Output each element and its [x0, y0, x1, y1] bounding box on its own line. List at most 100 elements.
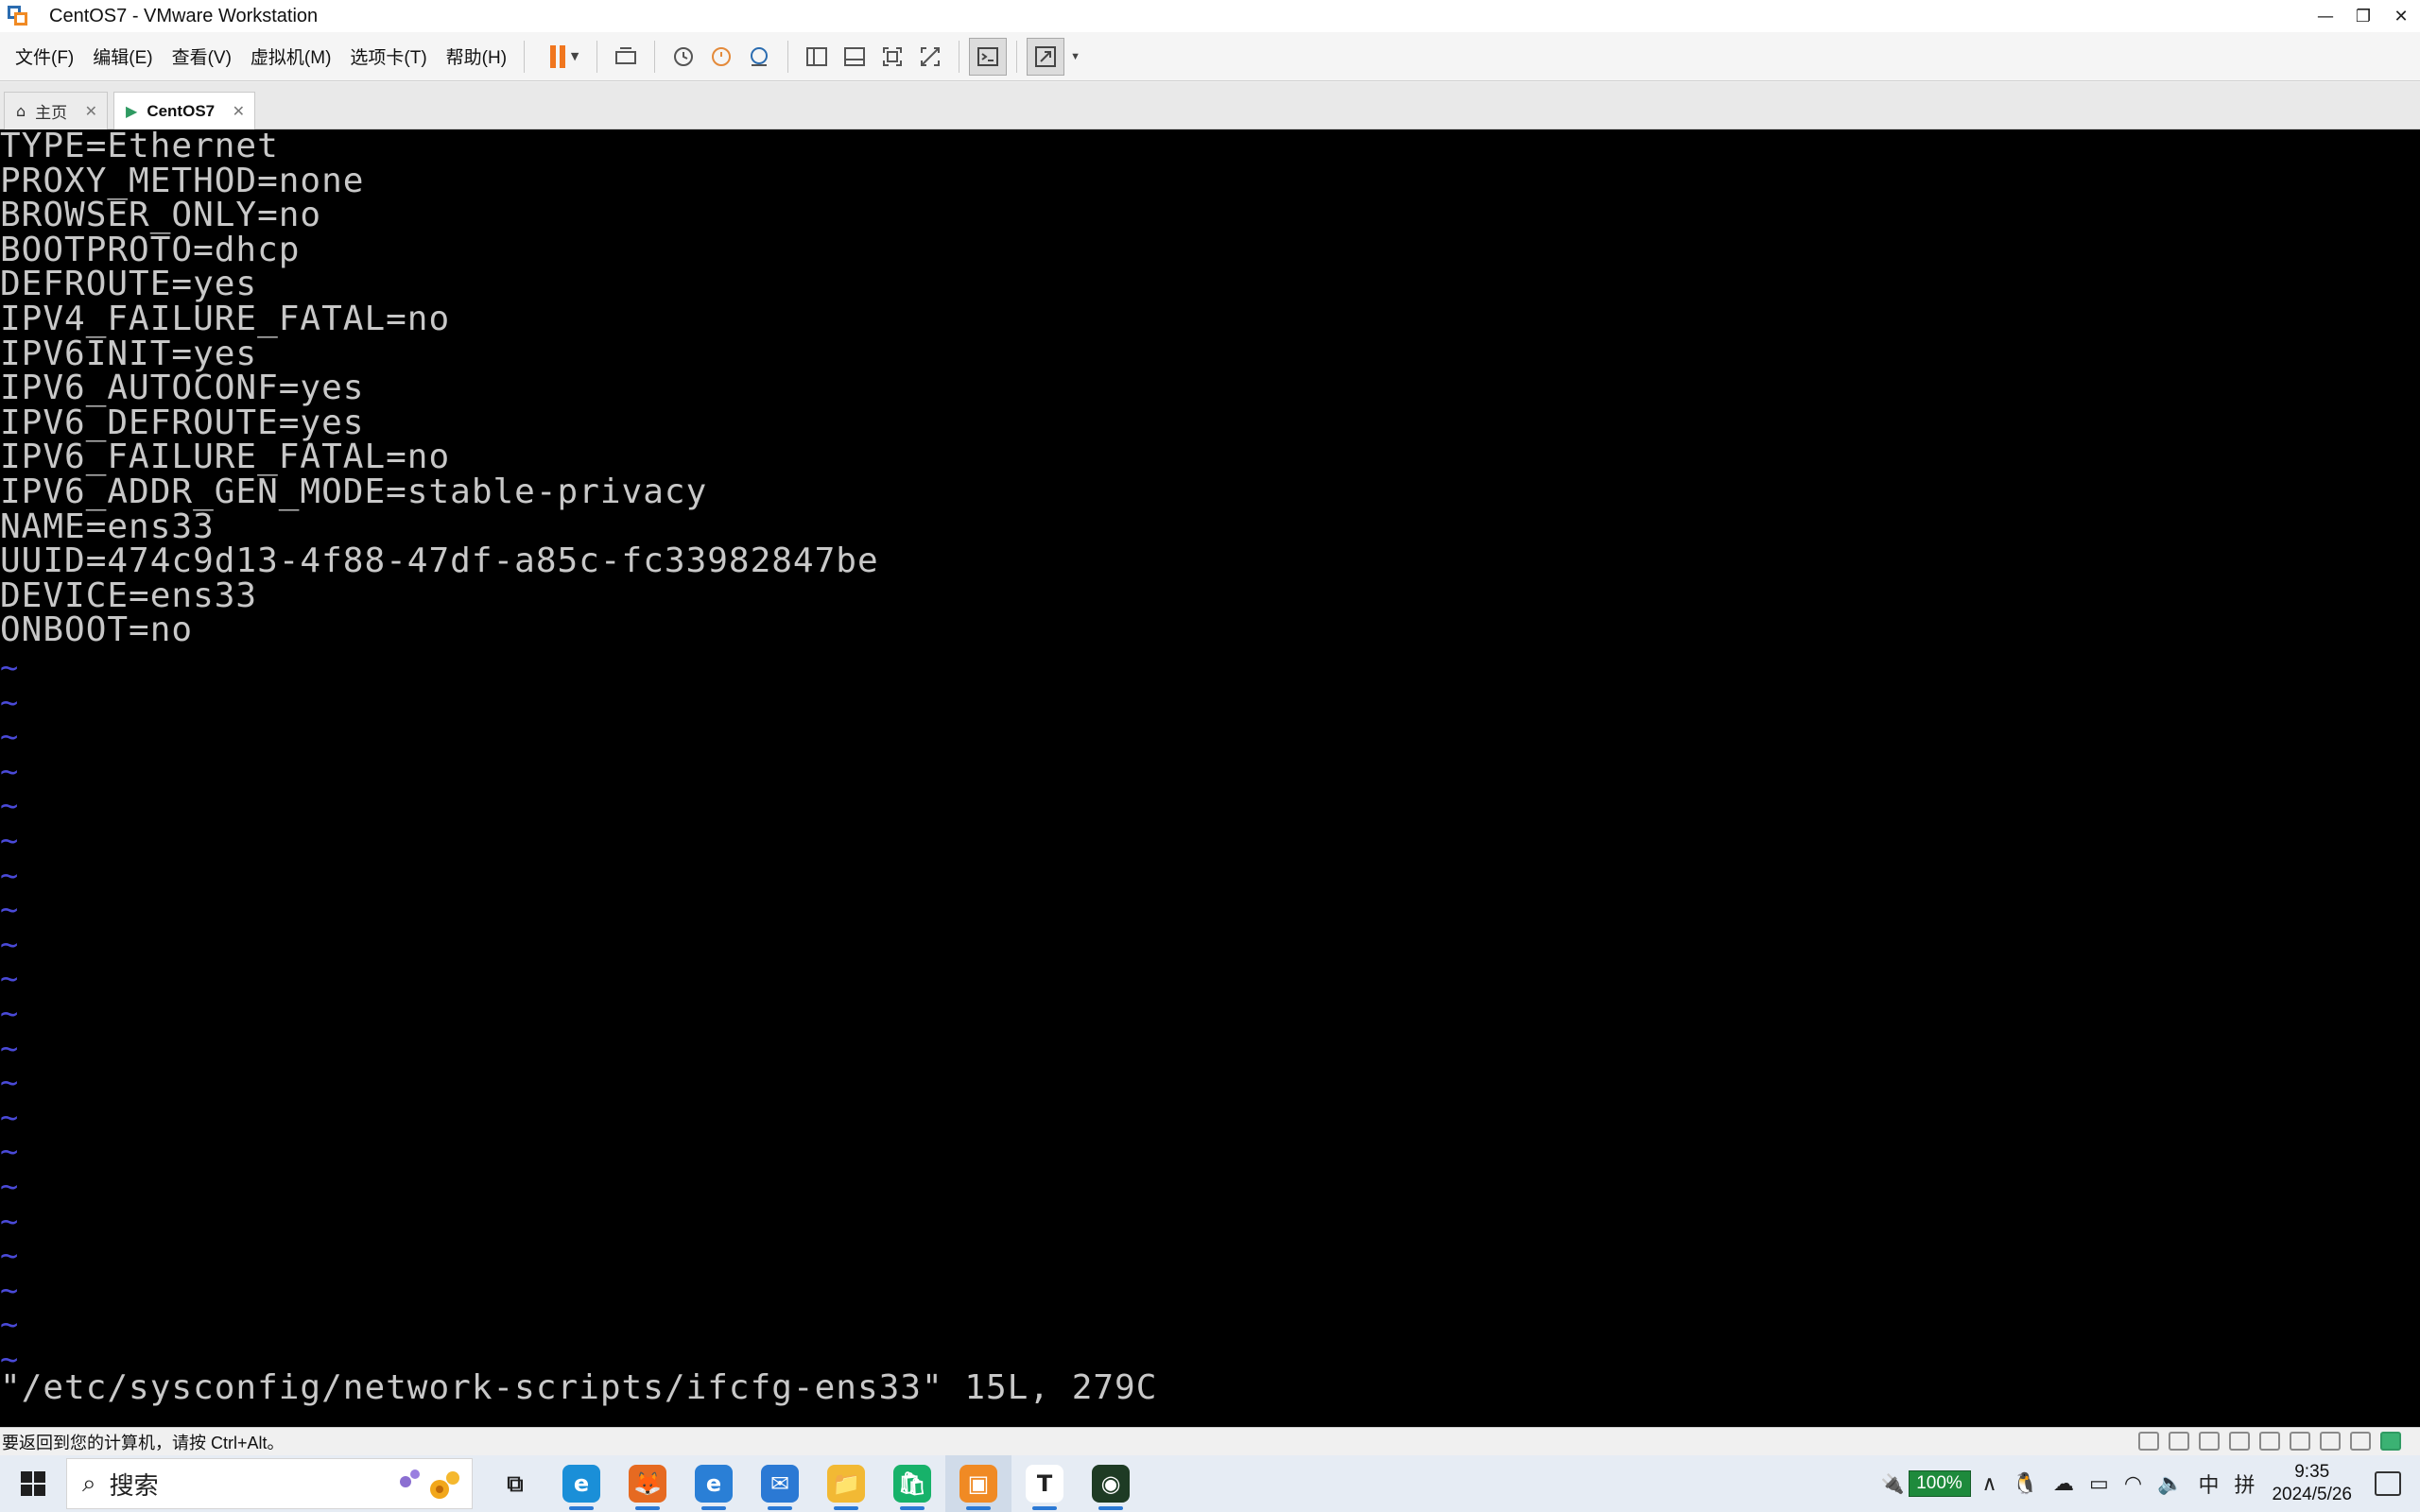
battery-percentage: 100% [1908, 1470, 1971, 1497]
menu-help[interactable]: 帮助(H) [439, 43, 514, 69]
empty-line-tilde: ~ [0, 1202, 19, 1239]
taskbar-app-firefox[interactable]: 🦊 [614, 1455, 681, 1512]
edge-icon: e [562, 1465, 600, 1503]
menu-edit[interactable]: 编辑(E) [85, 43, 160, 69]
minimize-button[interactable]: — [2307, 0, 2344, 32]
menu-vm[interactable]: 虚拟机(M) [243, 43, 338, 69]
taskbar-app-store[interactable]: 🛍 [879, 1455, 945, 1512]
chevron-down-icon[interactable]: ▼ [1070, 51, 1080, 62]
empty-line-tilde: ~ [0, 822, 19, 858]
tab-label: 主页 [35, 104, 68, 122]
tab-home[interactable]: ⌂ 主页 ✕ [4, 92, 108, 129]
message-icon[interactable] [2350, 1432, 2371, 1451]
clock-icon [674, 46, 694, 66]
taskbar-app-task-view[interactable]: ⧉ [482, 1455, 548, 1512]
fullscreen-button[interactable] [873, 38, 911, 76]
vm-status-icon[interactable] [2380, 1432, 2401, 1451]
close-icon[interactable]: ✕ [85, 102, 97, 120]
usb-icon[interactable] [2229, 1432, 2250, 1451]
ie-icon: e [695, 1465, 733, 1503]
show-hidden-icons-chevron-icon[interactable]: ∧ [1982, 1472, 1997, 1496]
terminal-icon [977, 46, 999, 66]
taskbar-app-typora[interactable]: T [1011, 1455, 1078, 1512]
console-line: DEVICE=ens33 [0, 576, 258, 615]
running-indicator [966, 1506, 991, 1510]
wifi-icon[interactable]: ◠ [2124, 1472, 2142, 1496]
taskbar-app-app-dark[interactable]: ◉ [1078, 1455, 1144, 1512]
firefox-icon: 🦊 [629, 1465, 666, 1503]
taskbar-search[interactable]: ⌕ 搜索 [66, 1458, 473, 1509]
notification-icon[interactable] [2375, 1471, 2401, 1496]
send-ctrl-alt-del-button[interactable] [607, 38, 645, 76]
console-line: IPV6_ADDR_GEN_MODE=stable-privacy [0, 472, 708, 511]
store-icon: 🛍 [893, 1465, 931, 1503]
start-button[interactable] [0, 1455, 66, 1512]
snapshot-button[interactable] [665, 38, 702, 76]
taskbar-app-mail[interactable]: ✉ [747, 1455, 813, 1512]
stretch-guest-button[interactable] [1027, 37, 1065, 76]
toolbar-separator [1016, 40, 1018, 73]
hard-disk-icon[interactable] [2138, 1432, 2159, 1451]
console-line: BROWSER_ONLY=no [0, 196, 322, 235]
console-line: PROXY_METHOD=none [0, 161, 365, 200]
flowers-decoration-icon [400, 1469, 459, 1499]
title-bar: CentOS7 - VMware Workstation — ❐ ✕ [0, 0, 2420, 32]
console-line: TYPE=Ethernet [0, 129, 279, 165]
console-line: IPV6_DEFROUTE=yes [0, 403, 365, 442]
unity-button[interactable] [911, 38, 949, 76]
toolbar-separator [654, 40, 656, 73]
battery-indicator[interactable]: 🔌 100% [1881, 1470, 1971, 1497]
running-indicator [701, 1506, 726, 1510]
manage-icon [751, 46, 769, 66]
pause-button[interactable]: ▼ [534, 38, 587, 76]
sound-icon[interactable] [2290, 1432, 2310, 1451]
empty-line-tilde: ~ [0, 1168, 19, 1204]
taskbar-app-ie[interactable]: e [681, 1455, 747, 1512]
empty-line-tilde: ~ [0, 995, 19, 1031]
windows-logo-icon [21, 1471, 45, 1496]
console-line: IPV6_FAILURE_FATAL=no [0, 438, 451, 477]
console-line: ONBOOT=no [0, 610, 194, 650]
empty-line-tilde: ~ [0, 1098, 19, 1135]
stretch-icon [1035, 45, 1057, 67]
menu-file[interactable]: 文件(F) [8, 43, 81, 69]
volume-icon[interactable]: 🔈 [2157, 1472, 2183, 1496]
tab-centos7[interactable]: ▶ CentOS7 ✕ [113, 92, 255, 129]
empty-line-tilde: ~ [0, 1306, 19, 1343]
toolbar-separator [524, 40, 526, 73]
running-indicator [569, 1506, 594, 1510]
console-view-button[interactable] [969, 37, 1008, 76]
taskbar-clock[interactable]: 9:35 2024/5/26 [2272, 1461, 2352, 1506]
ime-mode[interactable]: 中 [2198, 1469, 2219, 1499]
display-icon[interactable] [2320, 1432, 2341, 1451]
revert-snapshot-button[interactable] [702, 38, 740, 76]
menu-tabs[interactable]: 选项卡(T) [342, 43, 434, 69]
toolbar-separator [596, 40, 598, 73]
battery-icon[interactable]: ▭ [2089, 1472, 2109, 1496]
snapshot-manager-button[interactable] [740, 38, 778, 76]
menu-view[interactable]: 查看(V) [164, 43, 239, 69]
console-line: BOOTPROTO=dhcp [0, 230, 301, 269]
onedrive-icon[interactable]: ☁ [2053, 1472, 2074, 1496]
cd-icon[interactable] [2169, 1432, 2189, 1451]
printer-icon[interactable] [2259, 1432, 2280, 1451]
taskbar-app-edge[interactable]: e [548, 1455, 614, 1512]
restore-icon [712, 46, 732, 66]
restore-button[interactable]: ❐ [2344, 0, 2382, 32]
taskbar-app-explorer[interactable]: 📁 [813, 1455, 879, 1512]
taskbar-app-vmware[interactable]: ▣ [945, 1455, 1011, 1512]
library-view-button[interactable] [798, 38, 836, 76]
running-indicator [834, 1506, 858, 1510]
close-button[interactable]: ✕ [2382, 0, 2420, 32]
thumbnail-view-button[interactable] [836, 38, 873, 76]
unity-icon [921, 46, 941, 66]
empty-line-tilde: ~ [0, 683, 19, 720]
qq-icon[interactable]: 🐧 [2013, 1472, 2038, 1496]
console-line: IPV6INIT=yes [0, 334, 258, 373]
network-icon[interactable] [2199, 1432, 2220, 1451]
ime-pinyin[interactable]: 拼 [2234, 1469, 2255, 1499]
close-icon[interactable]: ✕ [233, 102, 245, 120]
empty-line-tilde: ~ [0, 649, 19, 685]
empty-line-tilde: ~ [0, 1271, 19, 1308]
vm-console[interactable]: TYPE=Ethernet PROXY_METHOD=none BROWSER_ON… [0, 129, 2420, 1427]
